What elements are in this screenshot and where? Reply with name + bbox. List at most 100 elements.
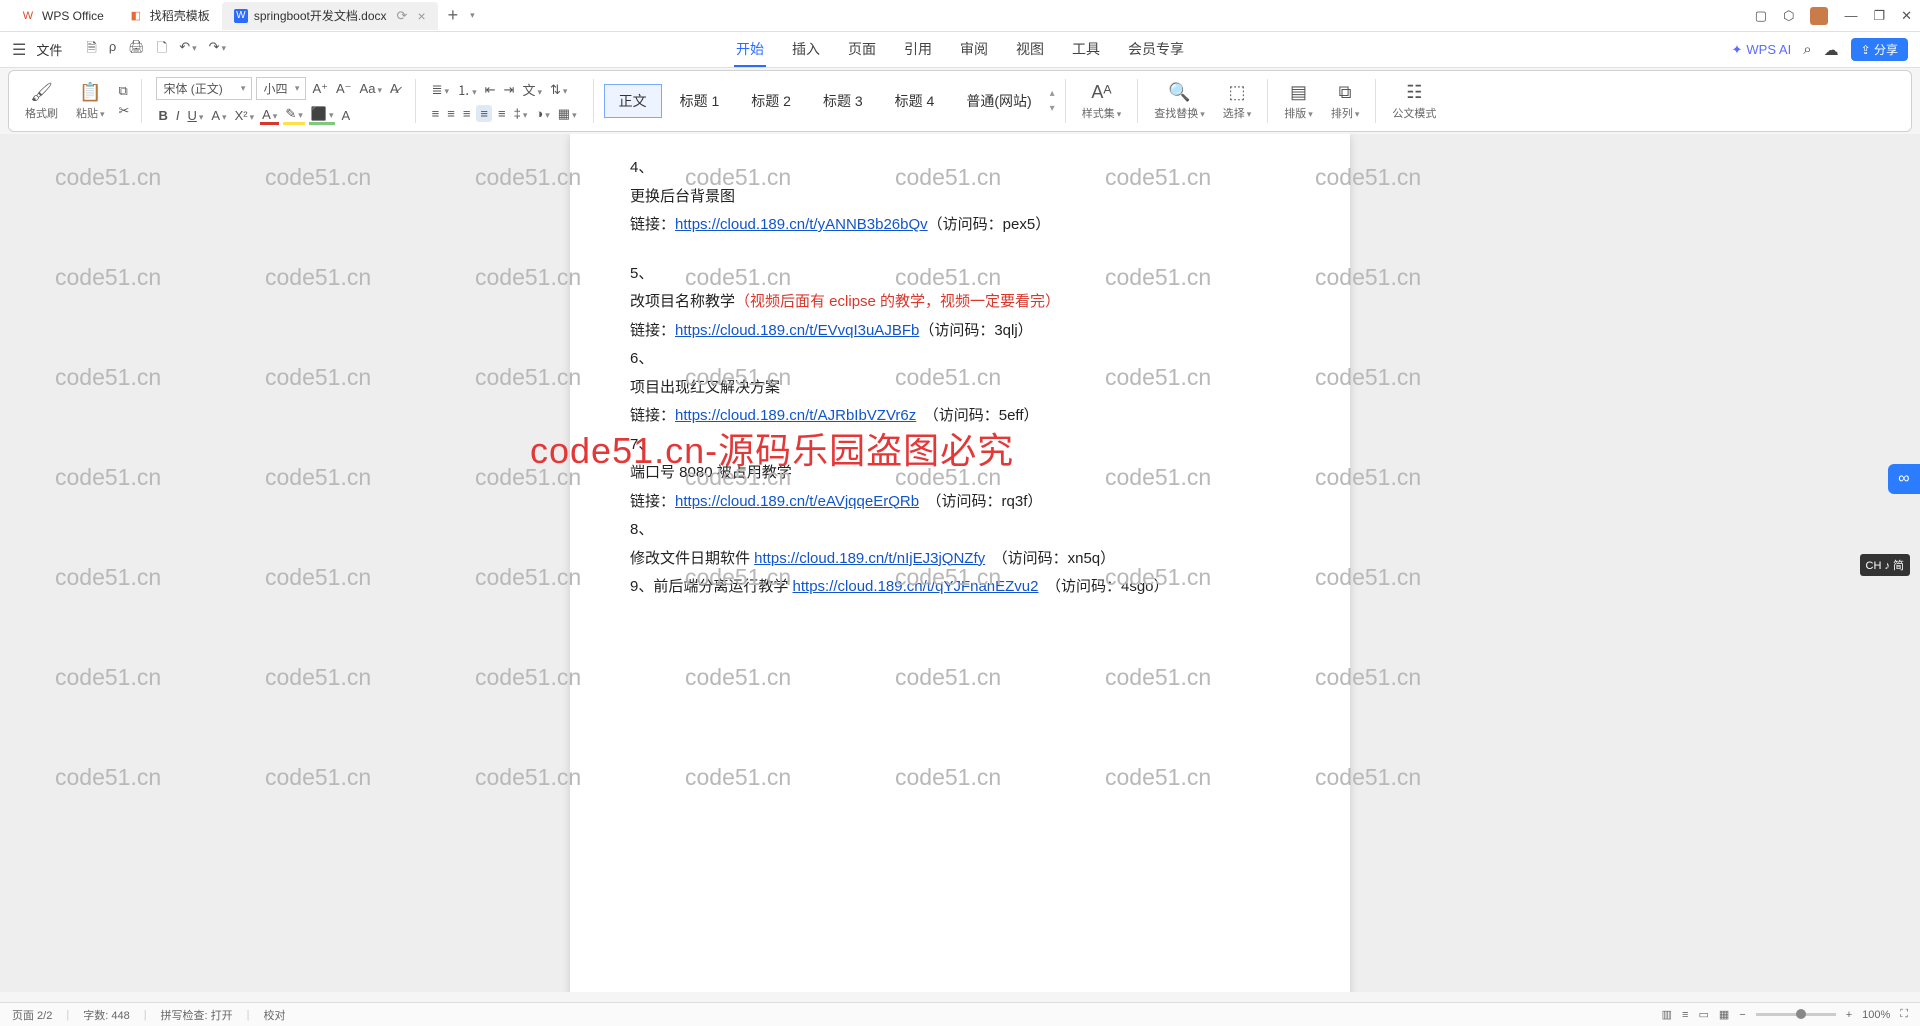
style-h1[interactable]: 标题 1 bbox=[666, 85, 734, 117]
gov-mode-button[interactable]: ☷ 公文模式 bbox=[1386, 82, 1442, 121]
status-spell[interactable]: 拼写检查: 打开 bbox=[161, 1007, 233, 1023]
template-tab[interactable]: ◧ 找稻壳模板 bbox=[116, 2, 222, 30]
style-scroll-up-icon[interactable]: ▴ bbox=[1050, 88, 1055, 99]
increase-indent-icon[interactable]: ⇥ bbox=[502, 82, 517, 98]
status-page[interactable]: 页面 2/2 bbox=[12, 1007, 52, 1023]
link[interactable]: https://cloud.189.cn/t/nIjEJ3jQNZfy bbox=[754, 550, 985, 567]
style-h4[interactable]: 标题 4 bbox=[881, 85, 949, 117]
app-tab[interactable]: W WPS Office bbox=[8, 2, 116, 30]
status-proof[interactable]: 校对 bbox=[264, 1007, 286, 1023]
zoom-value[interactable]: 100% bbox=[1862, 1009, 1890, 1021]
clear-format-icon[interactable]: A̷ bbox=[388, 81, 401, 96]
bold-icon[interactable]: B bbox=[156, 108, 169, 123]
sort-icon[interactable]: ⇅▾ bbox=[548, 82, 569, 98]
style-h3[interactable]: 标题 3 bbox=[809, 85, 877, 117]
tab-view[interactable]: 视图 bbox=[1014, 33, 1046, 67]
file-menu[interactable]: 文件 bbox=[30, 38, 68, 61]
shading-icon[interactable]: ⬛▾ bbox=[309, 106, 336, 125]
distribute-icon[interactable]: ≡ bbox=[496, 106, 508, 121]
underline-icon[interactable]: U▾ bbox=[185, 108, 205, 123]
cloud-icon[interactable]: ☁ bbox=[1824, 41, 1839, 59]
paste-group[interactable]: 📋 粘贴▾ bbox=[70, 82, 111, 121]
export-icon[interactable]: ρ bbox=[107, 39, 118, 61]
fullscreen-icon[interactable]: ⛶ bbox=[1900, 1008, 1908, 1021]
font-name-select[interactable]: 宋体 (正文)▾ bbox=[156, 77, 252, 100]
tab-reference[interactable]: 引用 bbox=[902, 33, 934, 67]
number-list-icon[interactable]: ⒈▾ bbox=[455, 80, 479, 99]
ime-indicator[interactable]: CH ♪ 简 bbox=[1860, 554, 1911, 576]
tab-start[interactable]: 开始 bbox=[734, 33, 766, 67]
save-icon[interactable]: 🗎 bbox=[84, 39, 98, 61]
decrease-indent-icon[interactable]: ⇤ bbox=[483, 82, 498, 98]
document-page[interactable]: 4、 更换后台背景图 链接：https://cloud.189.cn/t/yAN… bbox=[570, 134, 1350, 992]
tab-member[interactable]: 会员专享 bbox=[1126, 33, 1186, 67]
align-right-icon[interactable]: ≡ bbox=[461, 106, 473, 121]
tab-tools[interactable]: 工具 bbox=[1070, 33, 1102, 67]
font-size-select[interactable]: 小四▾ bbox=[256, 77, 306, 100]
view-mode-icon[interactable]: ▥ bbox=[1662, 1008, 1672, 1021]
print-icon[interactable]: 🖨 bbox=[126, 39, 147, 61]
cut-icon[interactable]: ✂ bbox=[117, 103, 132, 119]
copy-icon[interactable]: ⧉ bbox=[117, 83, 132, 99]
search-icon[interactable]: ⌕ bbox=[1803, 41, 1811, 58]
view-mode-icon[interactable]: ▦ bbox=[1719, 1008, 1729, 1021]
link[interactable]: https://cloud.189.cn/t/AJRbIbVZVr6z bbox=[675, 407, 916, 424]
zoom-slider[interactable] bbox=[1756, 1013, 1836, 1016]
style-body[interactable]: 正文 bbox=[604, 84, 662, 118]
tab-review[interactable]: 审阅 bbox=[958, 33, 990, 67]
para-shading-icon[interactable]: ◑▾ bbox=[533, 106, 551, 121]
format-painter-group[interactable]: 🖌 格式刷 bbox=[19, 82, 64, 121]
undo-icon[interactable]: ↶▾ bbox=[177, 39, 198, 61]
redo-icon[interactable]: ↷▾ bbox=[207, 39, 228, 61]
close-tab-icon[interactable]: × bbox=[417, 8, 425, 24]
superscript-icon[interactable]: X²▾ bbox=[233, 108, 257, 123]
close-icon[interactable]: ✕ bbox=[1901, 8, 1912, 24]
new-tab-button[interactable]: + bbox=[438, 5, 469, 26]
link[interactable]: https://cloud.189.cn/t/qYJFnanEZvu2 bbox=[793, 578, 1039, 595]
cube-icon[interactable]: ⬡ bbox=[1783, 8, 1794, 24]
arrange-button[interactable]: ⧉ 排列▾ bbox=[1325, 82, 1366, 121]
italic-icon[interactable]: I bbox=[174, 108, 182, 123]
align-center-icon[interactable]: ≡ bbox=[445, 106, 457, 121]
view-mode-icon[interactable]: ▭ bbox=[1698, 1008, 1708, 1021]
change-case-icon[interactable]: Aa▾ bbox=[358, 81, 384, 96]
link[interactable]: https://cloud.189.cn/t/yANNB3b26bQv bbox=[675, 216, 928, 233]
highlight-icon[interactable]: ✎▾ bbox=[283, 106, 304, 125]
bullet-list-icon[interactable]: ≣▾ bbox=[430, 82, 451, 98]
zoom-in-icon[interactable]: + bbox=[1846, 1009, 1852, 1021]
align-justify-icon[interactable]: ≡ bbox=[476, 105, 492, 122]
style-web[interactable]: 普通(网站) bbox=[952, 85, 1045, 117]
style-scroll-down-icon[interactable]: ▾ bbox=[1050, 103, 1055, 114]
side-panel-toggle[interactable]: ∞ bbox=[1888, 464, 1920, 494]
zoom-out-icon[interactable]: − bbox=[1739, 1009, 1745, 1021]
char-border-icon[interactable]: A bbox=[339, 108, 352, 123]
window-mode-icon[interactable]: ▢ bbox=[1755, 8, 1767, 24]
maximize-icon[interactable]: ❐ bbox=[1873, 8, 1885, 24]
view-mode-icon[interactable]: ≡ bbox=[1682, 1009, 1688, 1021]
tab-dropdown-icon[interactable]: ▾ bbox=[470, 10, 475, 21]
text-direction-icon[interactable]: 文▾ bbox=[520, 80, 544, 99]
link[interactable]: https://cloud.189.cn/t/eAVjqqeErQRb bbox=[675, 493, 919, 510]
tab-insert[interactable]: 插入 bbox=[790, 33, 822, 67]
tab-page[interactable]: 页面 bbox=[846, 33, 878, 67]
minimize-icon[interactable]: — bbox=[1844, 8, 1857, 23]
link[interactable]: https://cloud.189.cn/t/EVvqI3uAJBFb bbox=[675, 322, 919, 339]
borders-icon[interactable]: ▦▾ bbox=[556, 106, 579, 122]
document-content[interactable]: 4、 更换后台背景图 链接：https://cloud.189.cn/t/yAN… bbox=[630, 154, 1290, 602]
share-button[interactable]: ⇪ 分享 bbox=[1851, 38, 1908, 61]
decrease-font-icon[interactable]: A⁻ bbox=[334, 81, 354, 97]
align-left-icon[interactable]: ≡ bbox=[430, 106, 442, 121]
hamburger-icon[interactable]: ☰ bbox=[12, 40, 26, 60]
line-spacing-icon[interactable]: ‡▾ bbox=[512, 106, 530, 121]
font-color-icon[interactable]: A▾ bbox=[260, 107, 279, 125]
find-replace-button[interactable]: 🔍 查找替换▾ bbox=[1148, 82, 1211, 121]
avatar-icon[interactable] bbox=[1810, 7, 1828, 25]
status-words[interactable]: 字数: 448 bbox=[83, 1007, 129, 1023]
document-tab[interactable]: W springboot开发文档.docx ⟳ × bbox=[222, 2, 438, 30]
style-set-button[interactable]: Aᴬ 样式集▾ bbox=[1076, 82, 1128, 121]
document-workspace[interactable]: 4、 更换后台背景图 链接：https://cloud.189.cn/t/yAN… bbox=[0, 134, 1920, 992]
strikethrough-icon[interactable]: A▾ bbox=[209, 108, 228, 123]
refresh-icon[interactable]: ⟳ bbox=[397, 8, 408, 24]
print-preview-icon[interactable]: 🗋 bbox=[155, 39, 169, 61]
increase-font-icon[interactable]: A⁺ bbox=[310, 81, 330, 97]
